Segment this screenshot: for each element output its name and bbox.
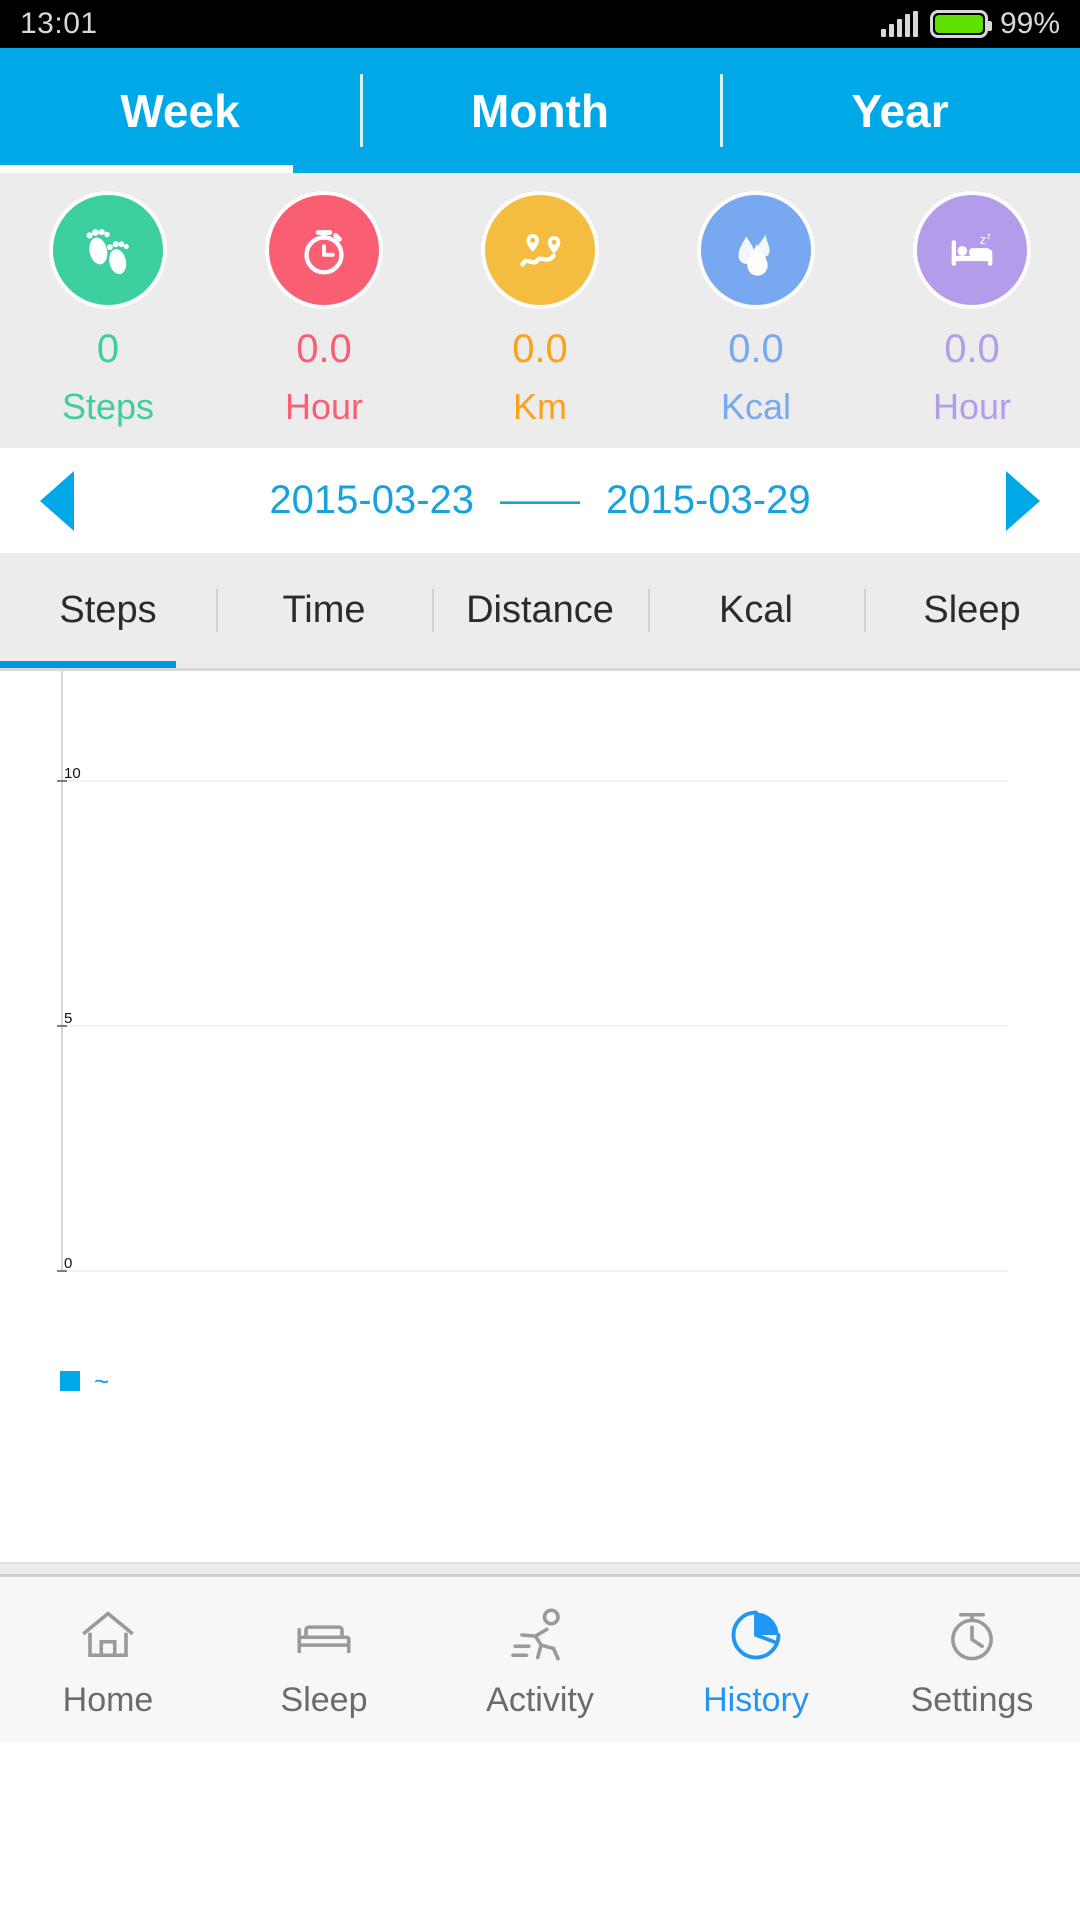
bed-sleep-icon: z z — [917, 195, 1027, 305]
signal-bars-icon — [880, 11, 918, 37]
metric-time-label: Hour — [284, 386, 364, 427]
tab-month[interactable]: Month — [360, 48, 720, 173]
subtab-kcal-label: Kcal — [719, 589, 793, 631]
battery-icon — [929, 10, 992, 38]
active-subtab-indicator — [0, 661, 176, 668]
metric-steps[interactable]: 0 Steps — [0, 195, 216, 428]
svg-text:10: 10 — [64, 765, 81, 782]
period-tab-bar: Week Month Year — [0, 48, 1080, 173]
metric-sleep[interactable]: z z 0.0 Hour — [864, 195, 1080, 428]
steps-chart[interactable]: 0 5 10 ~ — [0, 671, 1080, 1476]
subtab-sleep[interactable]: Sleep — [864, 553, 1080, 668]
bottom-nav-bar: Home Sleep Activity History Settings — [0, 1574, 1080, 1742]
chart-legend: ~ — [60, 1368, 109, 1394]
stopwatch-icon — [269, 195, 379, 305]
metric-sub-tab-bar: Steps Time Distance Kcal Sleep — [0, 553, 1080, 671]
chart-canvas: 0 5 10 — [57, 671, 1008, 1272]
svg-text:z: z — [987, 230, 991, 240]
bottom-divider — [0, 1562, 1080, 1574]
arrow-left-icon[interactable] — [40, 470, 74, 531]
runner-icon — [511, 1608, 560, 1661]
arrow-right-icon[interactable] — [1006, 470, 1040, 531]
tab-month-label: Month — [471, 84, 609, 137]
home-icon — [82, 1611, 134, 1658]
nav-item-activity-label: Activity — [486, 1681, 594, 1719]
metric-time-value: 0.0 — [296, 327, 352, 371]
subtab-distance[interactable]: Distance — [432, 553, 648, 668]
battery-percent-label: 99% — [999, 7, 1060, 40]
subtab-steps[interactable]: Steps — [0, 553, 216, 668]
tab-year-label: Year — [851, 84, 949, 137]
nav-item-home[interactable]: Home — [0, 1577, 216, 1742]
metric-kcal-label: Kcal — [720, 386, 792, 427]
active-tab-indicator — [0, 165, 293, 173]
date-range-end: 2015-03-29 — [606, 478, 811, 522]
status-time: 13:01 — [20, 7, 98, 40]
status-indicators: 99% — [880, 7, 1060, 41]
subtab-time-label: Time — [282, 589, 366, 631]
nav-item-sleep[interactable]: Sleep — [216, 1577, 432, 1742]
nav-item-history[interactable]: History — [648, 1577, 864, 1742]
metric-kcal-value: 0.0 — [728, 327, 784, 371]
nav-item-history-label: History — [703, 1681, 809, 1719]
subtab-sleep-label: Sleep — [923, 589, 1021, 631]
svg-text:0: 0 — [64, 1255, 72, 1272]
metric-sleep-value: 0.0 — [944, 327, 1000, 371]
nav-item-settings-label: Settings — [910, 1681, 1034, 1719]
summary-metrics-row: 0 Steps 0.0 Hour 0.0 Km 0.0 Kcal z z 0.0… — [0, 173, 1080, 448]
subtab-distance-label: Distance — [466, 589, 614, 631]
footprints-icon — [53, 195, 163, 305]
date-range-nav: 2015-03-23 —— 2015-03-29 — [0, 448, 1080, 553]
route-map-icon — [485, 195, 595, 305]
metric-kcal[interactable]: 0.0 Kcal — [648, 195, 864, 428]
metric-sleep-label: Hour — [932, 386, 1012, 427]
date-range-start: 2015-03-23 — [269, 478, 474, 522]
nav-item-settings[interactable]: Settings — [864, 1577, 1080, 1742]
legend-label: ~ — [94, 1366, 110, 1396]
tab-week-label: Week — [120, 84, 240, 137]
tab-year[interactable]: Year — [720, 48, 1080, 173]
chart-bottom-space — [0, 1476, 1080, 1562]
svg-text:5: 5 — [64, 1010, 72, 1027]
metric-distance-value: 0.0 — [512, 327, 568, 371]
metric-steps-label: Steps — [61, 386, 155, 427]
nav-item-activity[interactable]: Activity — [432, 1577, 648, 1742]
metric-distance-label: Km — [513, 386, 567, 427]
subtab-steps-label: Steps — [59, 589, 157, 631]
subtab-time[interactable]: Time — [216, 553, 432, 668]
pie-clock-icon — [731, 1610, 781, 1660]
nav-item-sleep-label: Sleep — [280, 1681, 368, 1719]
nav-item-home-label: Home — [62, 1681, 154, 1719]
metric-steps-value: 0 — [96, 327, 120, 371]
date-range-separator: —— — [500, 478, 580, 522]
stopwatch-outline-icon — [951, 1612, 993, 1661]
legend-swatch — [60, 1371, 80, 1391]
svg-text:z: z — [980, 233, 986, 247]
status-bar: 13:01 99% — [0, 0, 1080, 48]
bed-icon — [297, 1625, 351, 1653]
date-range-text: 2015-03-23 —— 2015-03-29 — [269, 478, 810, 523]
metric-time[interactable]: 0.0 Hour — [216, 195, 432, 428]
subtab-kcal[interactable]: Kcal — [648, 553, 864, 668]
tab-week[interactable]: Week — [0, 48, 360, 173]
metric-distance[interactable]: 0.0 Km — [432, 195, 648, 428]
flame-drop-icon — [701, 195, 811, 305]
